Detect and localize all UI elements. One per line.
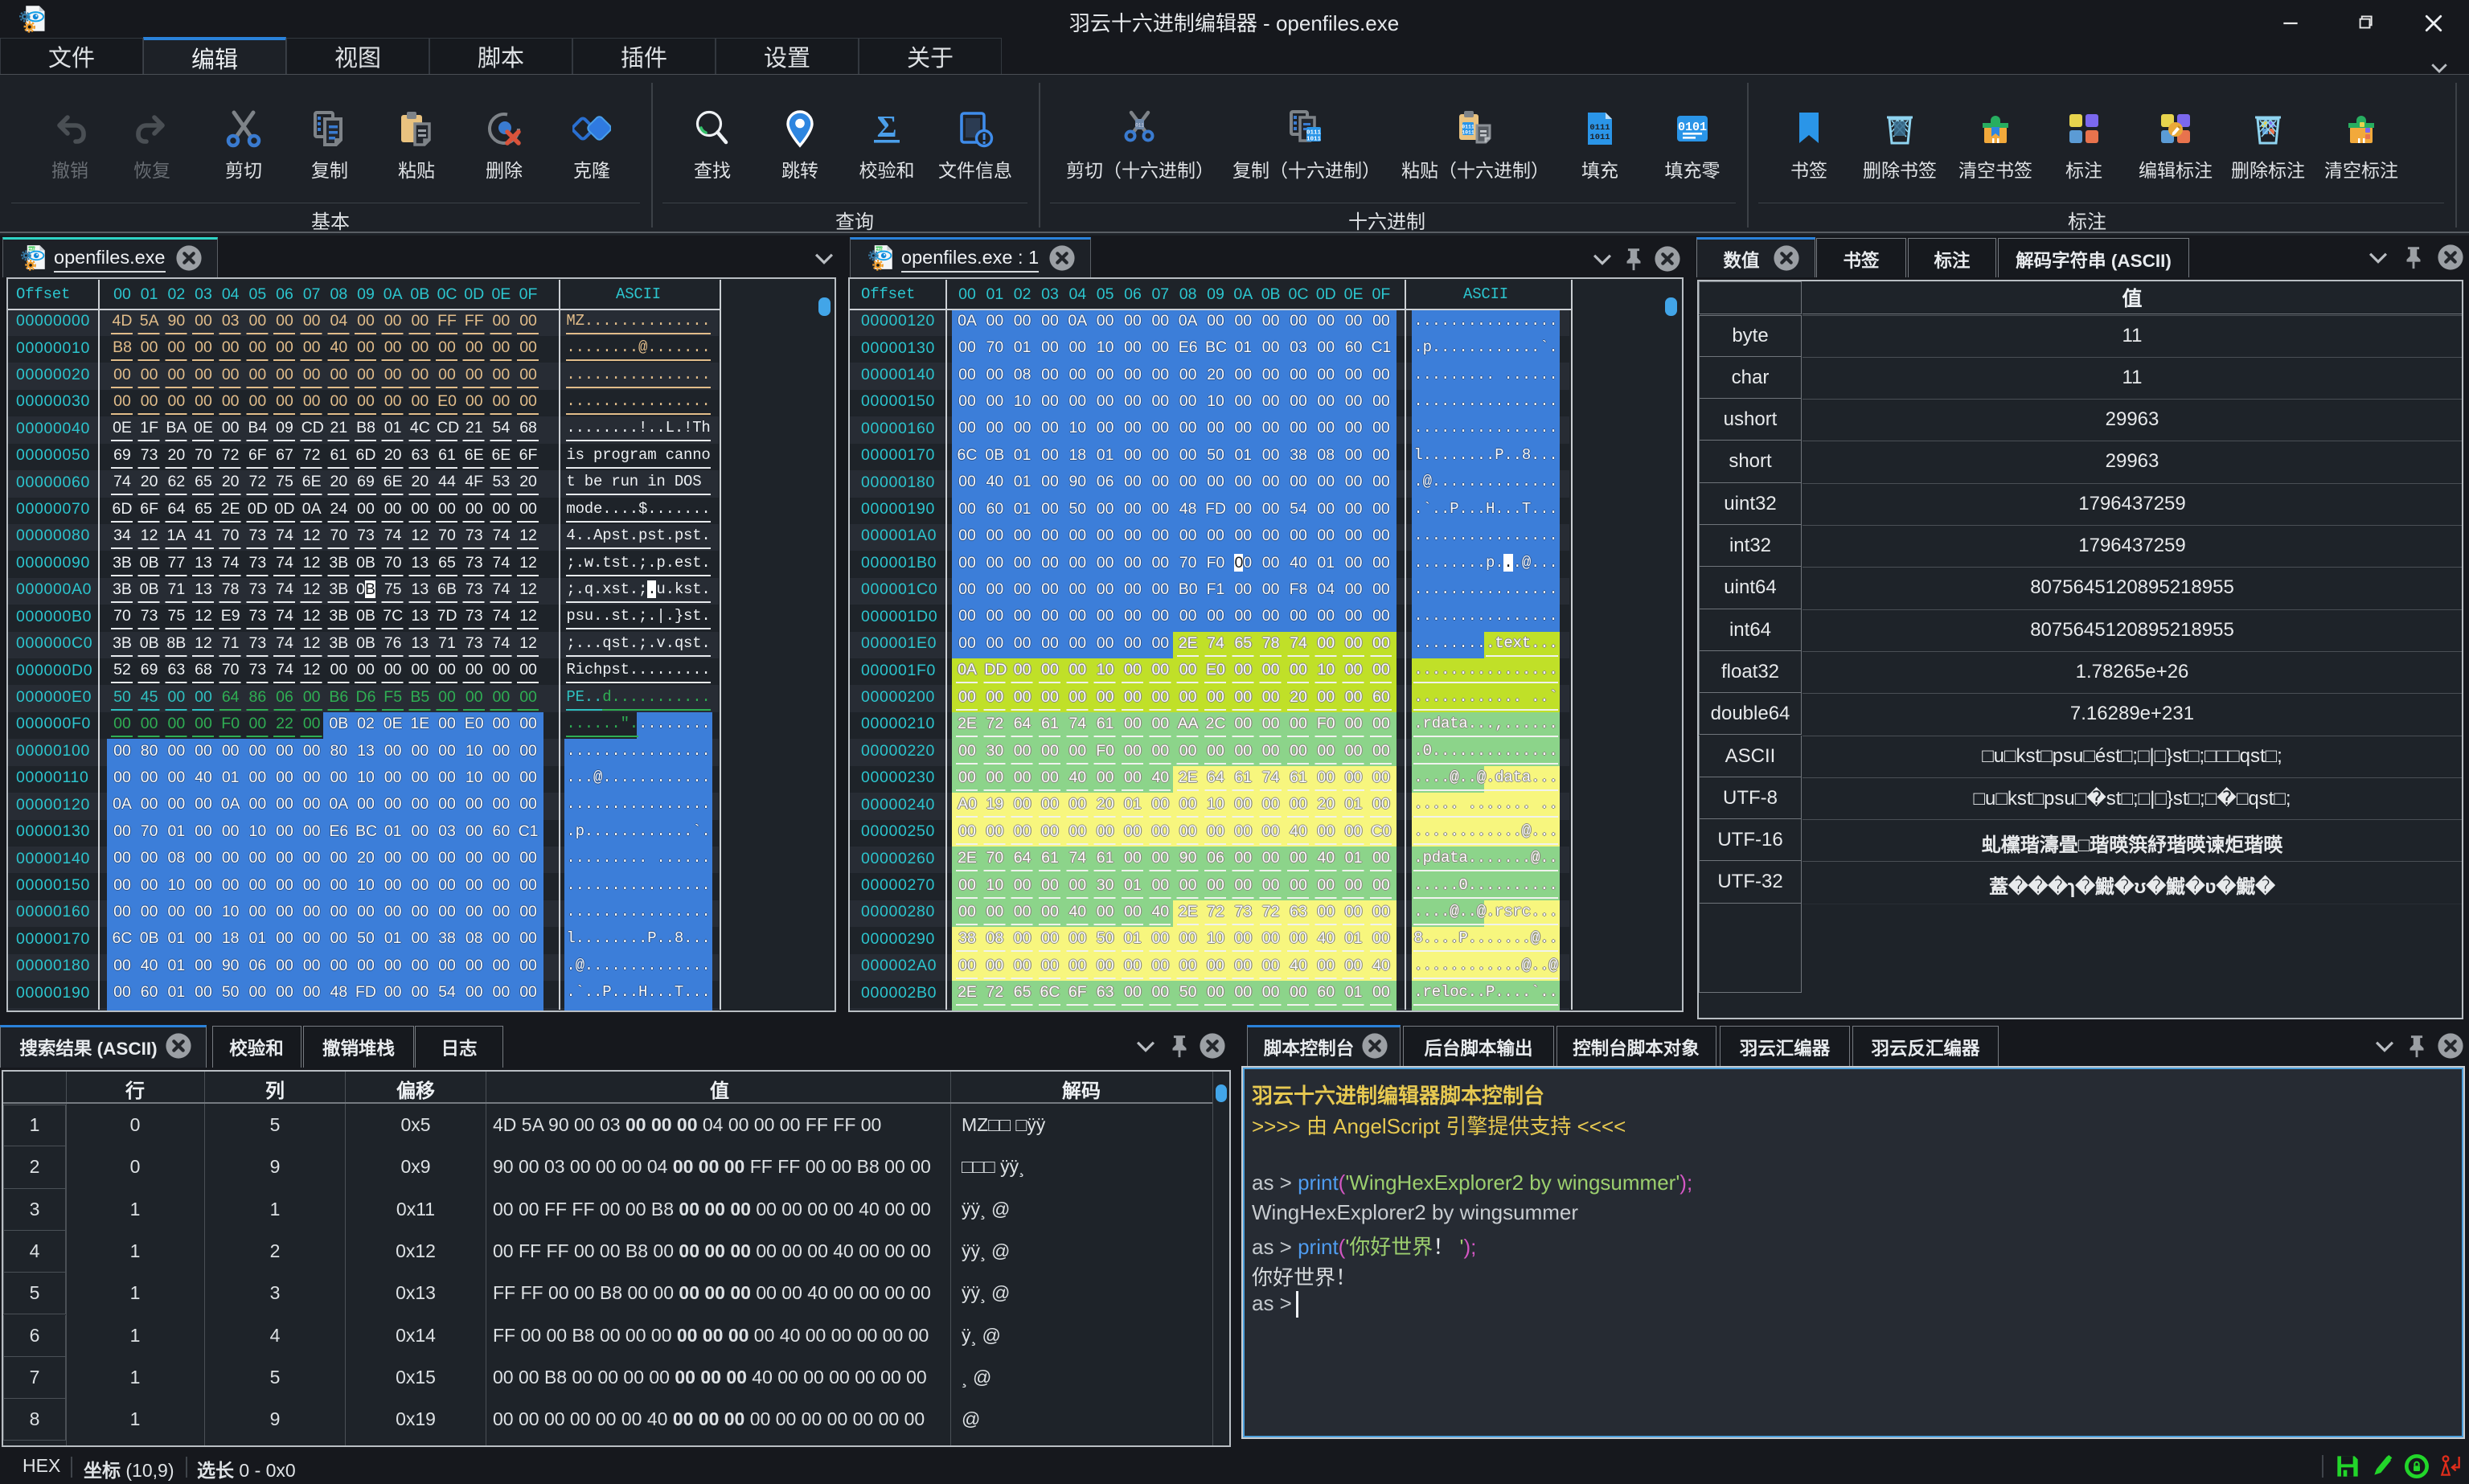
svg-text:1011: 1011 [1306, 137, 1322, 143]
svg-text:Σ: Σ [877, 110, 897, 144]
svg-text:1011: 1011 [1462, 130, 1474, 136]
svg-text:0111: 0111 [1306, 130, 1322, 137]
svg-text:011: 011 [1135, 123, 1144, 129]
svg-text:PRO: PRO [28, 247, 36, 251]
svg-text:0111: 0111 [1462, 125, 1474, 130]
svg-text:0101: 0101 [1678, 121, 1707, 134]
svg-text:1011: 1011 [1589, 133, 1610, 142]
svg-text:PRO: PRO [876, 247, 884, 251]
svg-text:0111: 0111 [1589, 123, 1610, 133]
